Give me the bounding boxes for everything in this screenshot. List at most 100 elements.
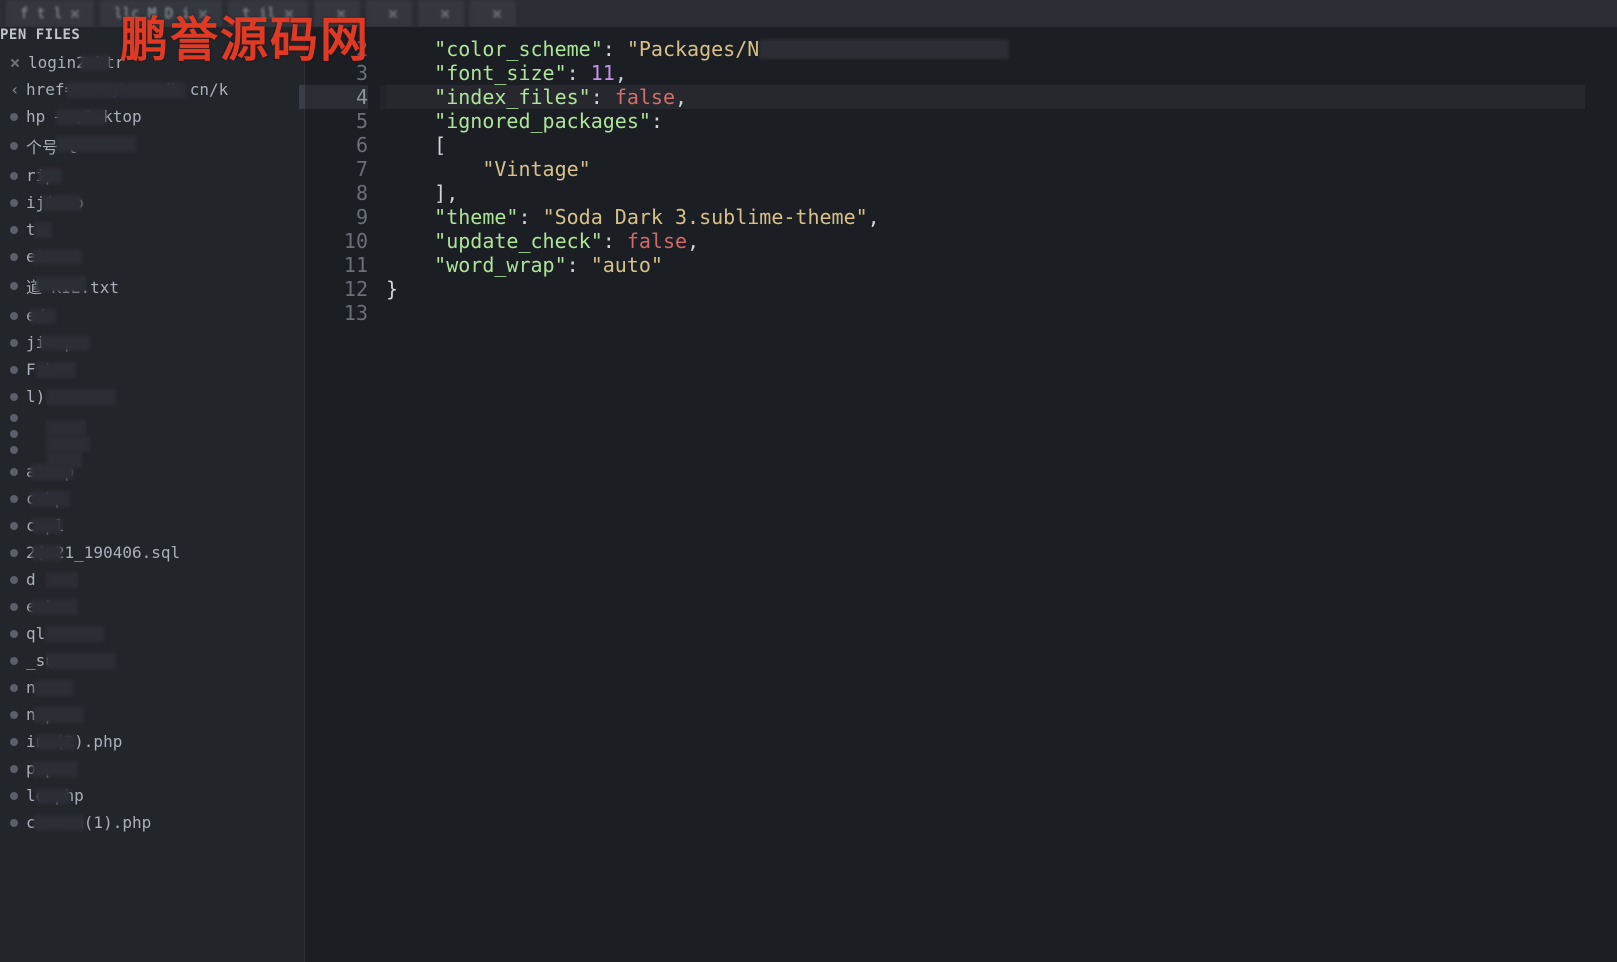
line-number[interactable]: 6 [305,133,368,157]
close-icon[interactable] [440,9,450,19]
modified-dot-icon [10,446,18,454]
code-line[interactable]: "color_scheme": "Packages/N [386,37,1585,61]
file-item[interactable]: atu p [0,458,304,485]
file-item[interactable]: 个号 t [0,130,304,162]
modified-dot-icon [10,253,18,261]
file-item[interactable]: _su [0,647,304,674]
file-item[interactable]: jie p [0,329,304,356]
code-line[interactable]: "index_files": false, [386,85,1585,109]
line-number[interactable]: 5 [305,109,368,133]
file-item[interactable]: c pl [0,512,304,539]
code-line[interactable]: "theme": "Soda Dark 3.sublime-theme", [386,205,1585,229]
line-number[interactable]: 4 [305,85,368,109]
editor[interactable]: 2345678910111213 "color_scheme": "Packag… [305,27,1617,962]
file-item[interactable]: 道 KIE.txt [0,270,304,302]
file-label: href= os:/ ww.dk cn/k [26,80,228,99]
file-item[interactable]: n [0,674,304,701]
close-icon[interactable] [10,58,20,68]
line-number[interactable]: 7 [305,157,368,181]
code-line[interactable]: [ [386,133,1585,157]
line-number[interactable]: 8 [305,181,368,205]
file-label: l). [26,387,55,406]
file-item[interactable]: hp — ,D ktop [0,103,304,130]
code-area[interactable]: "color_scheme": "Packages/N "font_size":… [380,27,1585,962]
tab[interactable]: llc M D i [100,0,222,27]
minimap[interactable] [1585,27,1617,962]
code-line[interactable]: "font_size": 11, [386,61,1585,85]
file-label: c pl [26,516,65,535]
code-line[interactable]: "update_check": false, [386,229,1585,253]
line-number[interactable]: 9 [305,205,368,229]
file-label: c hp [26,489,65,508]
sidebar-section-open-files: PEN FILES [0,27,304,47]
punct: } [386,277,398,301]
modified-dot-icon [10,549,18,557]
file-item[interactable]: d [0,566,304,593]
file-item[interactable]: common(1).php [0,809,304,836]
tab[interactable]: f t l [6,0,94,27]
file-item[interactable]: c hp [0,485,304,512]
modified-dot-icon [10,414,18,422]
code-line[interactable]: ], [386,181,1585,205]
file-item[interactable]: lo php [0,782,304,809]
line-number[interactable]: 2 [305,37,368,61]
modified-dot-icon [10,603,18,611]
file-item[interactable]: ql [0,620,304,647]
code-line[interactable]: } [386,277,1585,301]
file-item[interactable]: l). [0,383,304,410]
json-bool: false [615,85,675,109]
code-line[interactable]: "ignored_packages": [386,109,1585,133]
file-label: p p [26,759,55,778]
file-item[interactable]: ‹href= os:/ ww.dk cn/k [0,76,304,103]
file-label: n p [26,705,55,724]
close-icon[interactable] [70,9,80,19]
modified-dot-icon [10,113,18,121]
code-line[interactable]: "word_wrap": "auto" [386,253,1585,277]
modified-dot-icon [10,495,18,503]
punct: , [675,85,687,109]
file-label: n [26,678,36,697]
modified-dot-icon [10,657,18,665]
file-item[interactable]: in (2).php [0,728,304,755]
punct: , [687,229,699,253]
tab-label: llc M D i [114,6,190,22]
modified-dot-icon [10,430,18,438]
file-item[interactable]: et [0,243,304,270]
file-item[interactable]: ed [0,302,304,329]
file-item[interactable] [0,410,304,426]
file-item[interactable]: 2( 21_190406.sql [0,539,304,566]
tab[interactable] [366,0,412,27]
file-item[interactable]: p p [0,755,304,782]
tab[interactable] [418,0,464,27]
close-icon[interactable] [336,9,346,19]
file-item[interactable]: n p [0,701,304,728]
tab[interactable]: t il [228,0,308,27]
file-label: login2.htr [28,53,124,72]
close-icon[interactable] [388,9,398,19]
line-number[interactable]: 13 [305,301,368,325]
modified-dot-icon [10,366,18,374]
modified-dot-icon [10,738,18,746]
line-number[interactable]: 3 [305,61,368,85]
modified-dot-icon [10,711,18,719]
tab[interactable] [470,0,516,27]
code-line[interactable]: "Vintage" [386,157,1585,181]
punct: : [518,205,542,229]
punct: , [615,61,627,85]
sidebar: PEN FILES login2.htr ‹href= os:/ ww.dk cn… [0,27,305,962]
close-icon[interactable] [284,9,294,19]
close-icon[interactable] [198,9,208,19]
tab[interactable] [314,0,360,27]
line-number[interactable]: 11 [305,253,368,277]
line-number[interactable]: 12 [305,277,368,301]
close-icon[interactable] [492,9,502,19]
file-item[interactable]: iji uo [0,189,304,216]
code-line[interactable] [386,301,1585,325]
file-item[interactable]: t [0,216,304,243]
punct: ], [434,181,458,205]
line-number[interactable]: 10 [305,229,368,253]
file-item[interactable]: login2.htr [0,49,304,76]
file-item[interactable]: rip [0,162,304,189]
file-item[interactable]: e k [0,593,304,620]
file-item[interactable]: F h [0,356,304,383]
